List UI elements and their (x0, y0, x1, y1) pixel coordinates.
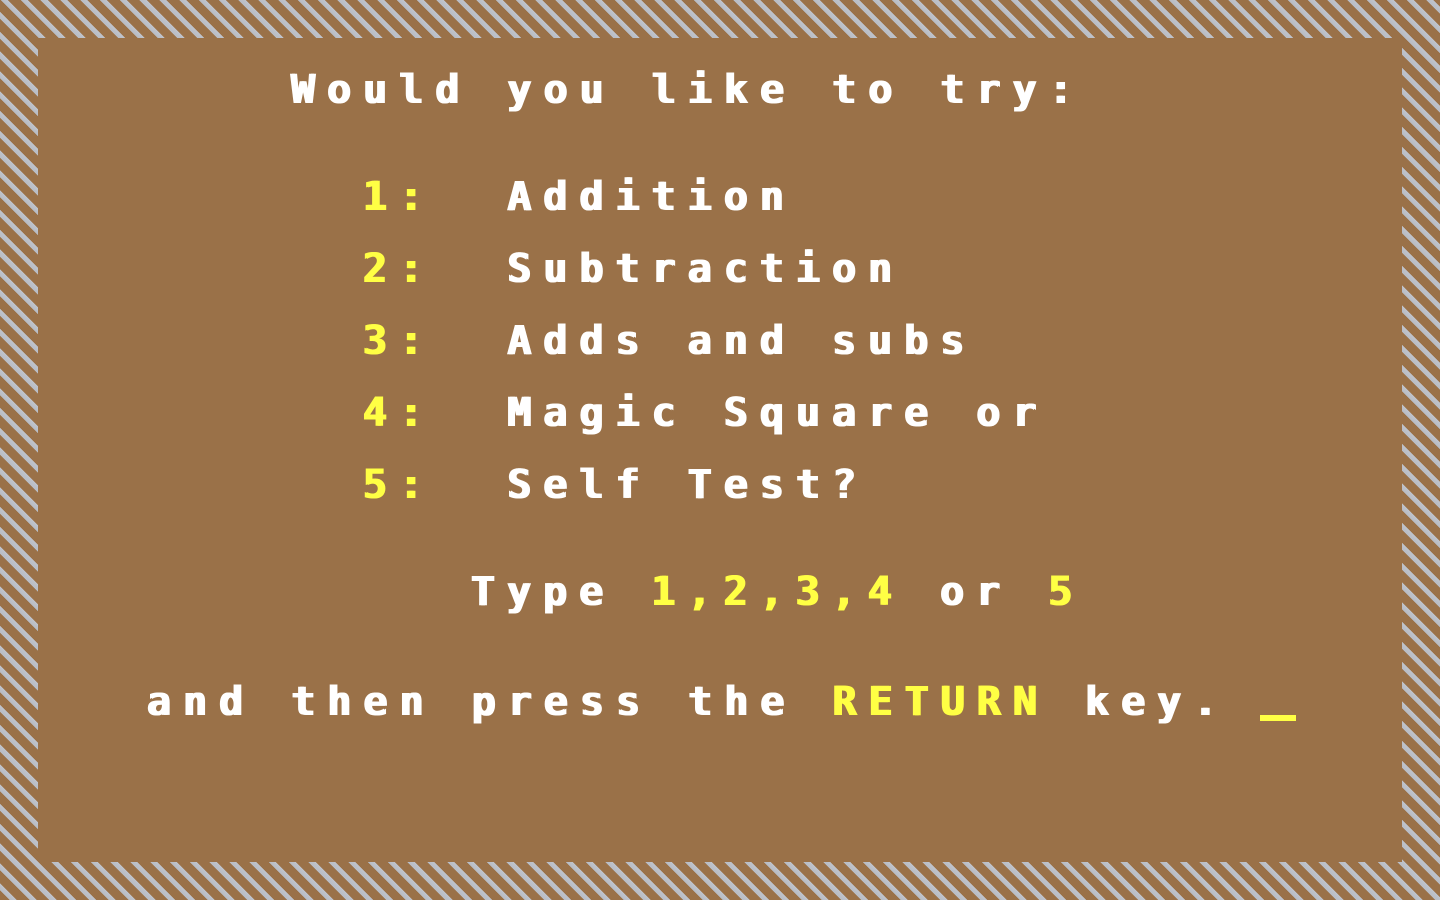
option-key: 3: (362, 318, 435, 364)
option-label: Subtraction (506, 246, 904, 292)
return-instruction: and then press the RETURN key. (146, 679, 1229, 725)
option-label: Magic Square or (506, 390, 1048, 436)
type-instruction: Type 1,2,3,4 or 5 (470, 569, 1084, 615)
menu-option-2[interactable]: 2: Subtraction (362, 249, 903, 289)
option-key: 5: (362, 462, 435, 508)
menu-option-4[interactable]: 4: Magic Square or (362, 393, 1048, 433)
option-key: 4: (362, 390, 435, 436)
option-key: 1: (362, 174, 435, 220)
choice-key-last: 5 (1047, 569, 1084, 615)
return-key-label: RETURN (831, 679, 1049, 725)
option-label: Adds and subs (506, 318, 976, 364)
c64-screen: Would you like to try: 1: Addition 2: Su… (38, 38, 1402, 862)
choice-keys: 1,2,3,4 (650, 569, 903, 615)
option-key: 2: (362, 246, 435, 292)
option-label: Addition (506, 174, 795, 220)
menu-option-3[interactable]: 3: Adds and subs (362, 321, 975, 361)
menu-option-1[interactable]: 1: Addition (362, 177, 795, 217)
menu-option-5[interactable]: 5: Self Test? (362, 465, 867, 505)
text-cursor[interactable] (1260, 715, 1296, 721)
option-label: Self Test? (506, 462, 868, 508)
prompt-heading: Would you like to try: (290, 67, 1084, 113)
